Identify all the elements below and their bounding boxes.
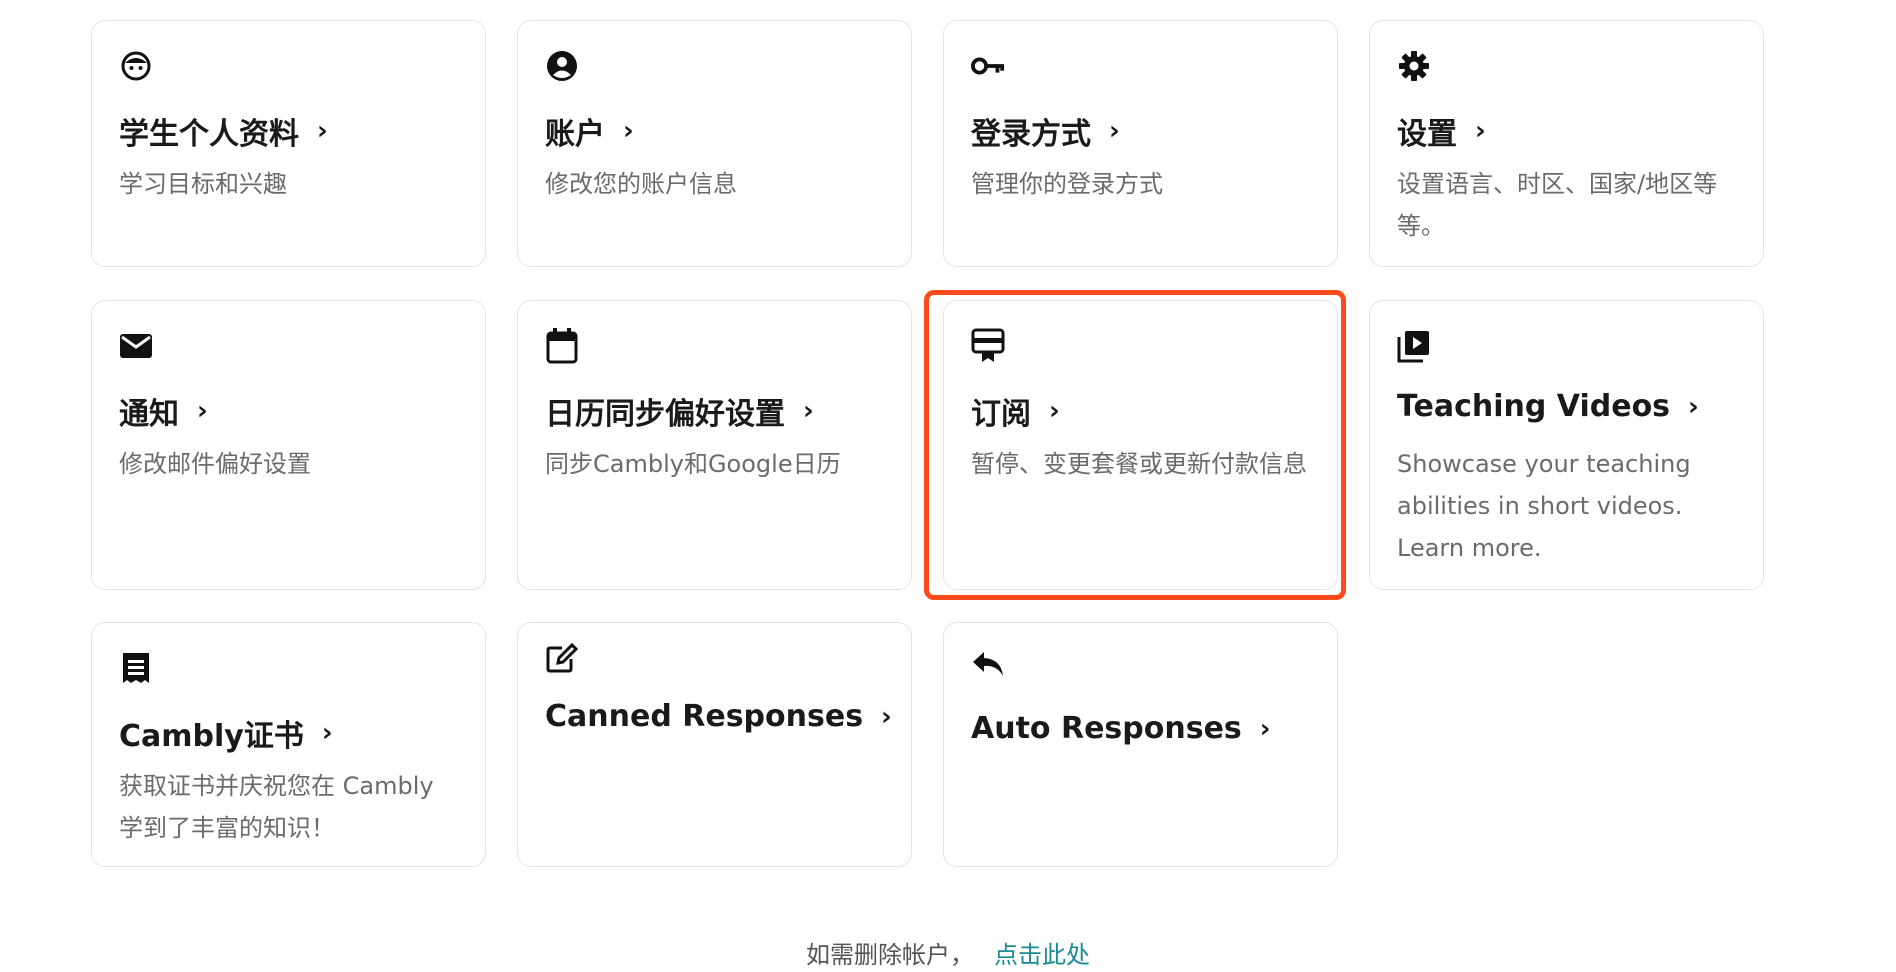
chevron-right-icon: › bbox=[321, 718, 333, 748]
chevron-right-icon: › bbox=[1109, 116, 1120, 146]
card-settings[interactable]: 设置 › 设置语言、时区、国家/地区等等。 bbox=[1369, 20, 1764, 267]
card-canned-responses[interactable]: Canned Responses › bbox=[517, 622, 912, 867]
card-title: Cambly证书 › bbox=[119, 718, 333, 754]
card-title: 订阅 › bbox=[971, 396, 1060, 432]
card-description: 同步Cambly和Google日历 bbox=[545, 450, 841, 478]
card-notifications[interactable]: 通知 › 修改邮件偏好设置 bbox=[91, 300, 486, 590]
key-icon bbox=[971, 49, 1005, 83]
card-description: 修改您的账户信息 bbox=[545, 170, 737, 198]
delete-account-link[interactable]: 点击此处 bbox=[994, 941, 1090, 969]
gear-icon bbox=[1397, 49, 1431, 83]
card-description: 修改邮件偏好设置 bbox=[119, 450, 311, 478]
card-title: 日历同步偏好设置 › bbox=[545, 396, 814, 432]
envelope-icon bbox=[119, 329, 153, 363]
chevron-right-icon: › bbox=[197, 396, 208, 426]
account-circle-icon bbox=[545, 49, 579, 83]
chevron-right-icon: › bbox=[803, 396, 814, 426]
chevron-right-icon: › bbox=[317, 116, 328, 146]
chevron-right-icon: › bbox=[1688, 391, 1699, 422]
card-description: 管理你的登录方式 bbox=[971, 170, 1163, 198]
video-library-icon bbox=[1397, 329, 1431, 363]
card-title: Teaching Videos › bbox=[1397, 389, 1699, 424]
card-description: 学习目标和兴趣 bbox=[119, 170, 287, 198]
card-student-profile[interactable]: 学生个人资料 › 学习目标和兴趣 bbox=[91, 20, 486, 267]
settings-grid: 学生个人资料 › 学习目标和兴趣 账户 › 修改您的账户信息 登录方式 › 管理你的登… bbox=[0, 0, 1896, 972]
card-subscription[interactable]: 订阅 › 暂停、变更套餐或更新付款信息 bbox=[943, 300, 1338, 590]
chevron-right-icon: › bbox=[1259, 713, 1271, 744]
card-title: 通知 › bbox=[119, 396, 208, 432]
card-title: 账户 › bbox=[545, 116, 634, 152]
card-account[interactable]: 账户 › 修改您的账户信息 bbox=[517, 20, 912, 267]
delete-account-text: 如需删除帐户， bbox=[806, 941, 974, 969]
certificate-icon bbox=[119, 651, 153, 685]
card-title: 学生个人资料 › bbox=[119, 116, 328, 152]
chevron-right-icon: › bbox=[623, 116, 634, 146]
chevron-right-icon: › bbox=[1475, 116, 1486, 146]
subscription-card-icon bbox=[971, 328, 1005, 363]
card-login-method[interactable]: 登录方式 › 管理你的登录方式 bbox=[943, 20, 1338, 267]
reply-icon bbox=[971, 647, 1005, 681]
calendar-icon bbox=[545, 328, 579, 364]
card-title: 登录方式 › bbox=[971, 116, 1120, 152]
card-certificate[interactable]: Cambly证书 › 获取证书并庆祝您在 Cambly 学到了丰富的知识！ bbox=[91, 622, 486, 867]
card-description: 设置语言、时区、国家/地区等等。 bbox=[1397, 170, 1718, 240]
edit-icon bbox=[545, 641, 579, 675]
card-description: 暂停、变更套餐或更新付款信息 bbox=[971, 450, 1307, 478]
card-title: Auto Responses › bbox=[971, 711, 1271, 746]
card-auto-responses[interactable]: Auto Responses › bbox=[943, 622, 1338, 867]
card-title: Canned Responses › bbox=[545, 699, 892, 734]
card-title: 设置 › bbox=[1397, 116, 1486, 152]
delete-account-footer: 如需删除帐户， 点击此处 bbox=[0, 935, 1896, 970]
card-teaching-videos[interactable]: Teaching Videos › Showcase your teaching … bbox=[1369, 300, 1764, 590]
card-description: 获取证书并庆祝您在 Cambly 学到了丰富的知识！ bbox=[119, 772, 434, 842]
chevron-right-icon: › bbox=[1049, 396, 1060, 426]
card-calendar-sync[interactable]: 日历同步偏好设置 › 同步Cambly和Google日历 bbox=[517, 300, 912, 590]
student-face-icon bbox=[119, 49, 153, 83]
card-description: Showcase your teaching abilities in shor… bbox=[1397, 450, 1691, 562]
chevron-right-icon: › bbox=[881, 701, 892, 732]
